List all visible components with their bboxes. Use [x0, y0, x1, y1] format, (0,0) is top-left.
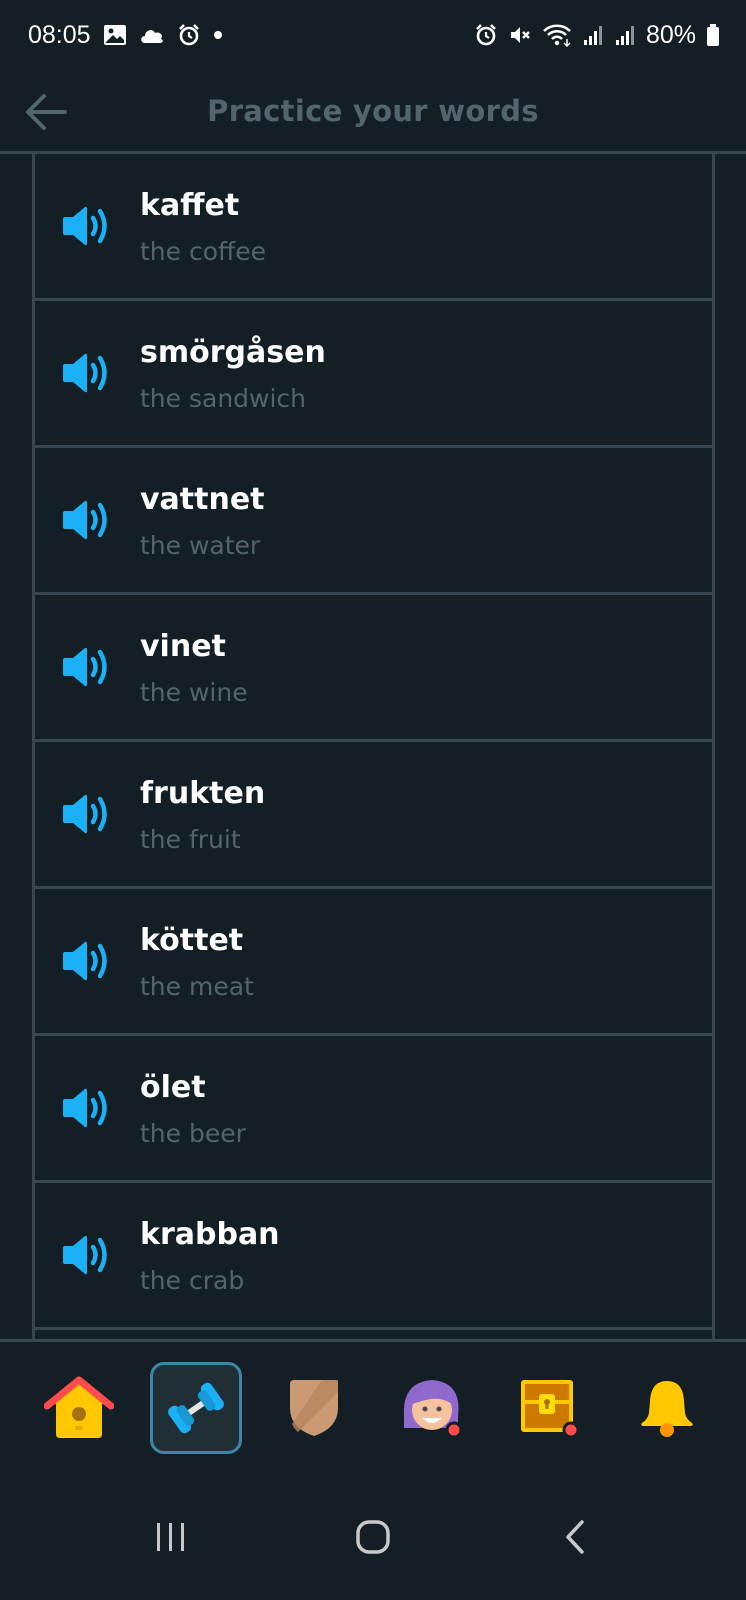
page-title: Practice your words: [207, 93, 539, 128]
list-item[interactable]: krabban the crab: [35, 1183, 712, 1330]
signal-icon: [614, 24, 636, 46]
gallery-icon: [103, 24, 127, 46]
mute-icon: [508, 23, 532, 47]
cloud-icon: [139, 26, 165, 44]
list-item[interactable]: smörgåsen the sandwich: [35, 301, 712, 448]
recent-apps-icon: [157, 1522, 184, 1551]
list-item[interactable]: [35, 1330, 712, 1339]
status-bar: 08:05 80%: [0, 0, 746, 70]
speaker-icon[interactable]: [61, 939, 111, 983]
status-time: 08:05: [28, 20, 91, 49]
system-nav-bar: [0, 1473, 746, 1600]
speaker-icon[interactable]: [61, 792, 111, 836]
word-label: krabban: [140, 1217, 280, 1252]
dumbbell-icon: [168, 1382, 225, 1433]
word-text: smörgåsen the sandwich: [140, 333, 326, 417]
speaker-icon[interactable]: [61, 1233, 111, 1277]
home-circle-icon: [356, 1519, 390, 1554]
speaker-icon[interactable]: [61, 498, 111, 542]
nav-practice[interactable]: [150, 1361, 243, 1454]
home-button[interactable]: [333, 1507, 413, 1567]
word-text: krabban the crab: [140, 1215, 280, 1299]
back-button[interactable]: [22, 88, 70, 136]
battery-percent: 80%: [645, 20, 696, 49]
back-nav-button[interactable]: [535, 1507, 615, 1567]
header: Practice your words: [0, 70, 746, 154]
recent-apps-button[interactable]: [131, 1507, 211, 1567]
speaker-icon[interactable]: [61, 204, 111, 248]
home-icon: [43, 1376, 114, 1438]
word-text: vattnet the water: [140, 480, 265, 564]
bottom-nav: [0, 1339, 746, 1473]
word-label: kaffet: [140, 188, 240, 223]
word-label: smörgåsen: [140, 335, 326, 370]
word-label: ölet: [140, 1070, 206, 1105]
status-right: 80%: [474, 21, 720, 50]
signal-icon: [582, 24, 604, 46]
list-item[interactable]: frukten the fruit: [35, 742, 712, 889]
alarm-icon: [177, 23, 201, 47]
list-item[interactable]: kaffet the coffee: [35, 154, 712, 301]
notification-dot-icon: [213, 30, 223, 40]
nav-notifications[interactable]: [621, 1362, 713, 1454]
speaker-icon[interactable]: [61, 351, 111, 395]
nav-quests[interactable]: [503, 1362, 595, 1454]
word-label: vattnet: [140, 482, 265, 517]
list-item[interactable]: vattnet the water: [35, 448, 712, 595]
nav-home[interactable]: [33, 1362, 125, 1454]
word-label: köttet: [140, 923, 244, 958]
translation-label: the meat: [140, 972, 254, 1001]
translation-label: the water: [140, 531, 261, 560]
alarm-icon: [474, 23, 498, 47]
translation-label: the beer: [140, 1119, 246, 1148]
battery-icon: [706, 23, 720, 47]
word-text: köttet the meat: [140, 921, 254, 1005]
wifi-icon: [542, 23, 572, 47]
nav-leagues[interactable]: [268, 1362, 360, 1454]
treasure-chest-icon: [521, 1379, 580, 1438]
character-avatar-icon: [403, 1379, 463, 1438]
word-list[interactable]: kaffet the coffee smörgåsen the sandwich…: [32, 154, 715, 1339]
translation-label: the wine: [140, 678, 248, 707]
speaker-icon[interactable]: [61, 645, 111, 689]
word-text: ölet the beer: [140, 1068, 246, 1152]
status-left: 08:05: [28, 21, 223, 50]
chevron-left-icon: [566, 1519, 584, 1554]
word-text: frukten the fruit: [140, 774, 265, 858]
translation-label: the fruit: [140, 825, 241, 854]
translation-label: the sandwich: [140, 384, 307, 413]
word-label: frukten: [140, 776, 266, 811]
list-item[interactable]: vinet the wine: [35, 595, 712, 742]
word-text: vinet the wine: [140, 627, 248, 711]
speaker-icon[interactable]: [61, 1086, 111, 1130]
nav-profile[interactable]: [386, 1362, 478, 1454]
shield-icon: [290, 1379, 339, 1436]
bell-icon: [641, 1380, 693, 1437]
arrow-left-icon: [26, 94, 67, 130]
list-item[interactable]: ölet the beer: [35, 1036, 712, 1183]
list-item[interactable]: köttet the meat: [35, 889, 712, 1036]
translation-label: the coffee: [140, 237, 267, 266]
word-label: vinet: [140, 629, 226, 664]
word-text: kaffet the coffee: [140, 186, 266, 270]
translation-label: the crab: [140, 1266, 245, 1295]
